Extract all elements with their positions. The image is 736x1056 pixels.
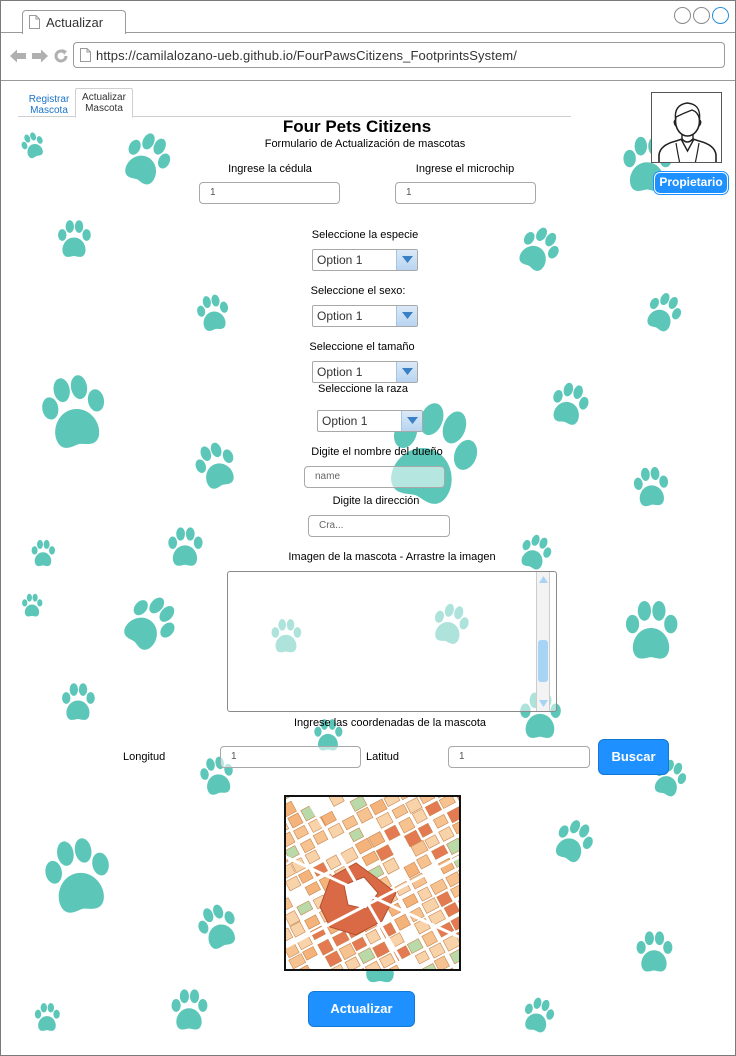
page-title: Four Pets Citizens <box>282 117 432 136</box>
paw-print-icon <box>171 989 208 1030</box>
paw-print-icon <box>553 382 589 425</box>
paw-print-icon <box>647 293 682 332</box>
url-bar[interactable]: https://camilalozano-ueb.github.io/FourP… <box>73 42 725 68</box>
sex-select-value: Option 1 <box>317 309 363 323</box>
minimize-icon[interactable] <box>674 7 691 24</box>
chevron-down-icon[interactable] <box>396 306 417 326</box>
browser-navbar: https://camilalozano-ueb.github.io/FourP… <box>1 34 735 81</box>
browser-tab[interactable]: Actualizar <box>22 10 126 34</box>
scroll-thumb[interactable] <box>538 640 548 682</box>
url-text: https://camilalozano-ueb.github.io/FourP… <box>96 48 517 63</box>
cedula-label: Ingrese la cédula <box>228 163 312 175</box>
breed-select-value: Option 1 <box>322 414 368 428</box>
owner-button[interactable]: Propietario <box>654 172 728 194</box>
paw-print-icon <box>625 600 678 659</box>
size-label: Seleccione el tamaño <box>309 341 415 353</box>
latitude-label: Latitud <box>366 751 400 763</box>
paw-print-icon <box>45 838 109 913</box>
page-subtitle: Formulario de Actualización de mascotas <box>264 138 466 150</box>
breed-select[interactable]: Option 1 <box>317 410 423 432</box>
browser-tabstrip: Actualizar <box>1 1 735 34</box>
scroll-down-icon[interactable] <box>538 698 549 709</box>
longitude-input[interactable]: 1 <box>220 746 361 768</box>
paw-print-icon <box>555 820 593 863</box>
size-select-value: Option 1 <box>317 365 363 379</box>
species-select-value: Option 1 <box>317 253 363 267</box>
paw-print-icon <box>519 227 559 272</box>
scroll-up-icon[interactable] <box>538 574 549 585</box>
sex-select[interactable]: Option 1 <box>312 305 418 327</box>
paw-print-icon <box>633 466 669 507</box>
maximize-icon[interactable] <box>693 7 710 24</box>
reload-icon[interactable] <box>53 48 69 64</box>
image-dropzone[interactable] <box>227 571 557 712</box>
update-button[interactable]: Actualizar <box>308 991 415 1027</box>
window-controls <box>674 7 729 24</box>
tab-actualizar-mascota[interactable]: Actualizar Mascota <box>75 88 133 118</box>
coords-label: Ingrese las coordenadas de la mascota <box>293 717 486 729</box>
paw-print-icon <box>168 527 203 566</box>
paw-print-icon <box>34 1002 60 1031</box>
map-view[interactable] <box>284 795 461 971</box>
breed-label: Seleccione la raza <box>318 383 408 395</box>
street-map-image <box>286 797 459 969</box>
paw-print-icon <box>197 294 229 331</box>
browser-tab-title: Actualizar <box>46 15 104 30</box>
chevron-down-icon[interactable] <box>396 250 417 270</box>
paw-print-icon <box>124 597 175 650</box>
chevron-down-icon[interactable] <box>396 362 417 382</box>
paw-print-icon <box>58 220 91 257</box>
address-input[interactable]: Cra... <box>308 515 450 537</box>
species-select[interactable]: Option 1 <box>312 249 418 271</box>
page-icon <box>80 48 91 62</box>
page-icon <box>29 15 40 29</box>
sex-label: Seleccione el sexo: <box>310 285 406 297</box>
longitude-label: Longitud <box>123 751 166 763</box>
microchip-label: Ingrese el microchip <box>415 163 515 175</box>
browser-window: Actualizar https://camilalozano-ueb.gith… <box>0 0 736 1056</box>
paw-print-icon <box>636 931 673 972</box>
paw-print-icon <box>195 442 234 489</box>
paw-print-icon <box>198 904 235 949</box>
paw-print-icon <box>22 593 43 617</box>
owner-name-input[interactable]: name <box>304 466 445 488</box>
paw-print-icon <box>62 683 95 720</box>
back-arrow-icon[interactable] <box>9 48 27 64</box>
paw-print-icon <box>42 375 105 448</box>
latitude-input[interactable]: 1 <box>448 746 590 768</box>
address-label: Digite la dirección <box>332 495 420 507</box>
dropzone-scrollbar[interactable] <box>536 572 550 711</box>
cedula-input[interactable]: 1 <box>199 182 340 204</box>
microchip-input[interactable]: 1 <box>395 182 536 204</box>
paw-print-icon <box>31 539 55 567</box>
app-tabs: Registrar Mascota Actualizar Mascota <box>18 87 571 118</box>
forward-arrow-icon[interactable] <box>31 48 49 64</box>
size-select[interactable]: Option 1 <box>312 361 418 383</box>
paw-print-icon <box>524 997 555 1033</box>
close-icon[interactable] <box>712 7 729 24</box>
nav-buttons <box>9 48 69 64</box>
search-button[interactable]: Buscar <box>598 739 669 775</box>
chevron-down-icon[interactable] <box>401 411 422 431</box>
owner-name-label: Digite el nombre del dueño <box>311 446 443 458</box>
tab-registrar-mascota[interactable]: Registrar Mascota <box>24 91 74 118</box>
species-label: Seleccione la especie <box>311 229 419 241</box>
image-label: Imagen de la mascota - Arrastre la image… <box>288 551 496 563</box>
